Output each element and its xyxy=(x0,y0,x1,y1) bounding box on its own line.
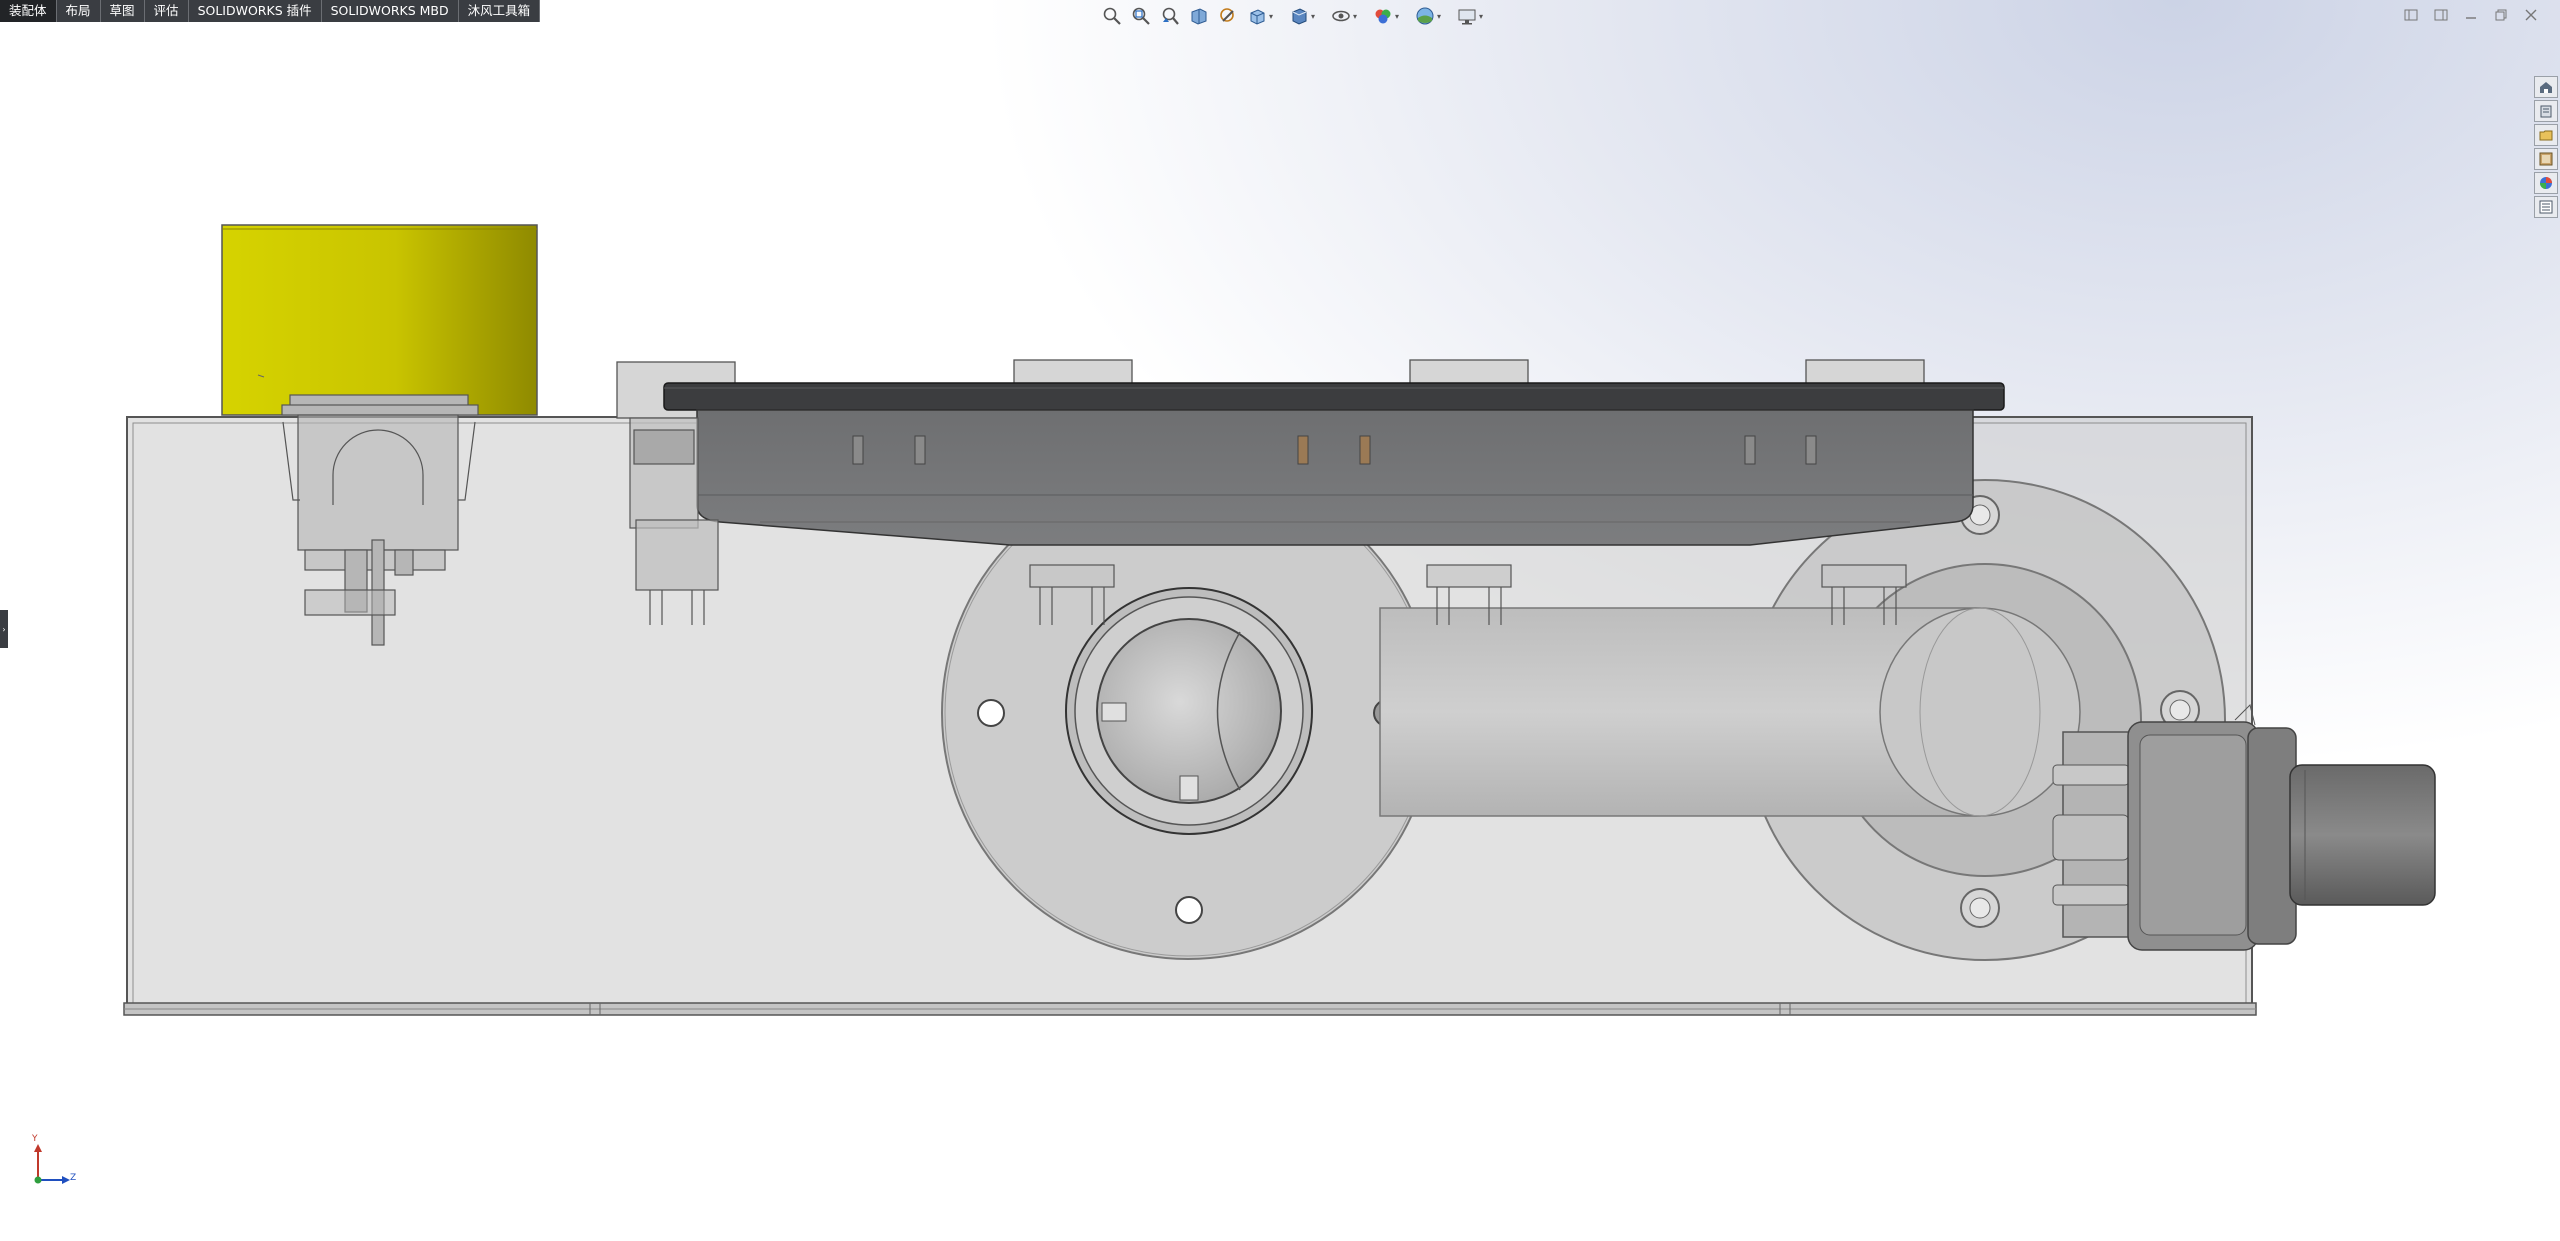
zoom-to-area-icon[interactable] xyxy=(1129,4,1153,28)
restore-icon[interactable] xyxy=(2490,4,2512,26)
z-axis-label: Z xyxy=(70,1173,77,1183)
flange-hole xyxy=(1175,896,1203,924)
document-window-controls xyxy=(2400,4,2542,26)
dark-top-panel[interactable] xyxy=(616,359,2005,546)
dynamic-annotation-icon[interactable] xyxy=(1216,4,1240,28)
custom-properties-icon[interactable] xyxy=(2534,196,2558,218)
chevron-down-icon[interactable]: ▾ xyxy=(1311,12,1318,21)
horizontal-pipe[interactable] xyxy=(1379,607,2081,817)
section-view-icon[interactable] xyxy=(1187,4,1211,28)
edit-appearance-icon[interactable] xyxy=(1371,4,1395,28)
tile-left-icon[interactable] xyxy=(2400,4,2422,26)
hide-show-items-icon[interactable] xyxy=(1329,4,1353,28)
right-rotary-connector[interactable] xyxy=(2052,704,2436,951)
chevron-down-icon[interactable]: ▾ xyxy=(1479,12,1486,21)
tab-sketch[interactable]: 草图 xyxy=(100,0,145,22)
yellow-cap[interactable] xyxy=(221,224,538,416)
tab-layout[interactable]: 布局 xyxy=(56,0,101,22)
heads-up-view-toolbar: ▾ ▾ ▾ ▾ ▾ ▾ xyxy=(1100,2,1492,30)
chevron-down-icon[interactable]: ▾ xyxy=(1395,12,1402,21)
tab-mufeng-toolbox[interactable]: 沐风工具箱 xyxy=(458,0,541,22)
pipe-opening[interactable] xyxy=(1065,587,1313,835)
tab-evaluate[interactable]: 评估 xyxy=(144,0,189,22)
task-pane-tabs xyxy=(2534,76,2560,218)
view-orientation-icon[interactable] xyxy=(1245,4,1269,28)
solidworks-resources-icon[interactable] xyxy=(2534,76,2558,98)
previous-view-icon[interactable] xyxy=(1158,4,1182,28)
design-library-icon[interactable] xyxy=(2534,100,2558,122)
display-style-icon[interactable] xyxy=(1287,4,1311,28)
graphics-viewport[interactable] xyxy=(0,0,2560,1241)
chevron-down-icon[interactable]: ▾ xyxy=(1437,12,1444,21)
tab-assembly[interactable]: 装配体 xyxy=(0,0,57,22)
reference-triad: Y Z xyxy=(28,1134,80,1190)
command-manager-tabs: 装配体 布局 草图 评估 SOLIDWORKS 插件 SOLIDWORKS MB… xyxy=(0,0,541,22)
zoom-to-fit-icon[interactable] xyxy=(1100,4,1124,28)
minimize-icon[interactable] xyxy=(2460,4,2482,26)
close-icon[interactable] xyxy=(2520,4,2542,26)
flange-hole xyxy=(977,699,1005,727)
view-palette-icon[interactable] xyxy=(2534,148,2558,170)
chevron-down-icon[interactable]: ▾ xyxy=(1353,12,1360,21)
tab-solidworks-addins[interactable]: SOLIDWORKS 插件 xyxy=(188,0,322,22)
y-axis-label: Y xyxy=(32,1134,38,1144)
apply-scene-icon[interactable] xyxy=(1413,4,1437,28)
appearances-icon[interactable] xyxy=(2534,172,2558,194)
tile-right-icon[interactable] xyxy=(2430,4,2452,26)
file-explorer-icon[interactable] xyxy=(2534,124,2558,146)
chevron-down-icon[interactable]: ▾ xyxy=(1269,12,1276,21)
view-settings-icon[interactable] xyxy=(1455,4,1479,28)
tab-solidworks-mbd[interactable]: SOLIDWORKS MBD xyxy=(321,0,459,22)
